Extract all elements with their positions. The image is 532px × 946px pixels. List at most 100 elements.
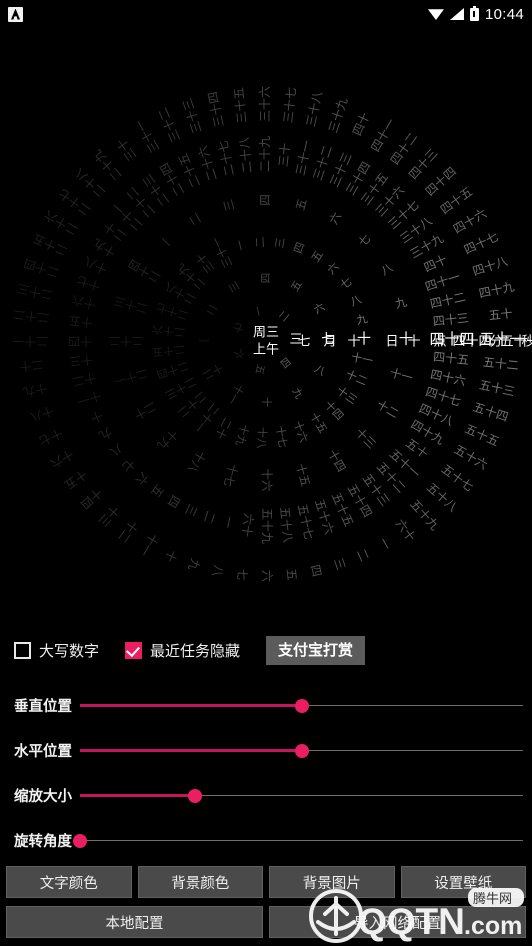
day-ring-item: 二十 [213, 416, 235, 442]
month-ring-item: 五 [289, 279, 305, 294]
set-wallpaper-button[interactable]: 设置壁纸 [400, 866, 526, 898]
second-ring-item: 五十三 [478, 378, 516, 399]
second-ring-item: 十八 [28, 403, 55, 424]
second-ring-item: 十三 [95, 502, 121, 529]
second-ring-item: 十二 [115, 518, 140, 546]
slider-vertical-position[interactable] [80, 696, 523, 716]
second-ring-item: 九 [185, 557, 202, 573]
wifi-icon [427, 9, 444, 20]
checkbox-hide-recent-tasks[interactable]: 最近任务隐藏 [125, 640, 240, 661]
clock-weekday-value: 周三 [253, 324, 279, 339]
checkbox-uppercase-digits[interactable]: 大写数字 [14, 640, 99, 661]
second-ring-item: 二十二 [13, 307, 50, 325]
day-ring-item: 二十五 [151, 342, 185, 359]
month-ring-item: 八 [312, 363, 328, 379]
status-bar: 10:44 [0, 0, 532, 28]
clock-minute-value: 四十四 [452, 333, 491, 348]
minute-ring-item: 四十五 [432, 350, 469, 368]
slider-row-rotation-angle: 旋转角度 [0, 818, 532, 863]
slider-horizontal-position[interactable] [80, 741, 523, 761]
checkbox-uppercase-digits-box[interactable] [14, 641, 31, 659]
second-ring-item: 四十六 [451, 206, 489, 236]
minute-ring-item: 十七 [75, 273, 102, 294]
minute-ring-item: 十四 [68, 334, 92, 348]
minute-ring-item: 五十九 [260, 508, 274, 544]
minute-ring-item: 七 [119, 456, 137, 474]
second-ring-item: 五十五 [463, 422, 502, 449]
second-ring-item: 四十一 [368, 116, 398, 154]
clock-canvas: 一二三四五六七八九十十一十二十三十四十五十六十七十八十九二十二十一二十二二十三二… [12, 86, 532, 582]
day-ring-item: 十二 [344, 367, 370, 389]
hour-ring-item: 二 [188, 211, 204, 227]
hour-ring-item: 十三 [353, 425, 379, 451]
slider-zoom-size[interactable] [80, 786, 523, 806]
month-ring-item: 九 [289, 386, 305, 402]
clock-ampm-value: 上午 [253, 341, 279, 356]
second-ring-item: 一 [376, 535, 394, 552]
minute-ring-item: 二十七 [216, 139, 237, 177]
hour-ring-item: 十一 [389, 366, 415, 386]
day-ring-item: 五 [310, 249, 326, 265]
slider-thumb[interactable] [73, 833, 87, 848]
day-ring-item: 十六 [291, 419, 312, 444]
clock-hour-value: 十 [407, 333, 420, 348]
second-ring-item: 七 [235, 568, 250, 581]
slider-row-zoom-size: 缩放大小 [0, 773, 532, 818]
second-ring-item: 四十八 [471, 254, 510, 278]
minute-ring-item: 四十二 [429, 290, 467, 311]
background-color-button[interactable]: 背景颜色 [137, 866, 263, 898]
radial-chinese-clock[interactable]: 一二三四五六七八九十十一 十二 十三 十四 十五 十六 十七 十八 十九 二十 二十一 二十二 二十三二… [0, 28, 532, 638]
button-row-appearance: 文字颜色 背景颜色 背景图片 设置壁纸 [0, 866, 532, 898]
slider-row-vertical-position: 垂直位置 [0, 683, 532, 728]
background-image-button[interactable]: 背景图片 [269, 866, 395, 898]
day-ring-item: 十一 [350, 350, 374, 368]
second-ring-item: 五十六 [452, 442, 490, 472]
checkbox-hide-recent-tasks-box[interactable] [125, 641, 143, 659]
minute-ring-item: 十二 [71, 370, 97, 389]
second-ring-item: 二十四 [22, 256, 61, 280]
minute-ring-item: 二 [201, 509, 218, 525]
weekday-ring-item: 六 [232, 346, 246, 361]
hour-ring-item: 二十一 [112, 366, 149, 389]
slider-track [80, 839, 523, 841]
slider-rotation-angle[interactable] [73, 831, 523, 851]
month-ring-item: 六 [312, 301, 327, 317]
alipay-donate-button[interactable]: 支付宝打赏 [266, 635, 366, 665]
weekday-ring-item: 二 [277, 309, 292, 324]
slider-label-horizontal-position: 水平位置 [14, 744, 72, 760]
slider-thumb[interactable] [294, 743, 309, 758]
clock-day-value: 十 [347, 333, 360, 348]
import-network-config-button[interactable]: 导入网络配置 [269, 906, 526, 938]
local-config-button[interactable]: 本地配置 [6, 906, 263, 938]
hour-ring-item: 七 [356, 232, 373, 249]
month-ring-item: 四 [260, 273, 272, 284]
day-ring-item: 九 [355, 312, 368, 327]
month-ring-item: 十一 [224, 382, 246, 407]
hour-ring-item: 十五 [293, 462, 312, 488]
day-ring-item: 三 [274, 237, 288, 250]
hour-ring-item: 十八 [185, 448, 209, 475]
minute-ring-item: 六 [133, 470, 151, 488]
minute-ring-item: 四 [165, 493, 183, 510]
day-ring-item: 十三 [334, 383, 360, 407]
second-ring-item: 三十二 [156, 105, 183, 144]
day-ring-item: 十七 [273, 425, 290, 449]
minute-ring-item: 三 [182, 502, 200, 519]
day-ring-item: 八 [349, 294, 364, 309]
second-ring-item: 十五 [62, 467, 90, 492]
slider-label-zoom-size: 缩放大小 [14, 789, 72, 805]
minute-ring-item: 四十 [422, 252, 450, 275]
slider-thumb[interactable] [294, 698, 309, 713]
minute-ring-item: 十六 [71, 293, 97, 312]
second-ring-item: 三十 [114, 136, 139, 164]
app-root: 10:44 一二三四五六七八九十十一 十二 十三 十四 十五 十六 十七 十八 十九 二十 二十一二… [0, 0, 532, 946]
slider-thumb[interactable] [188, 788, 203, 803]
slider-group: 垂直位置水平位置缩放大小旋转角度 [0, 683, 532, 863]
second-ring-item: 四十九 [478, 279, 516, 300]
text-color-button[interactable]: 文字颜色 [6, 866, 132, 898]
weekday-ring-item: 五 [253, 363, 266, 375]
hour-ring-item: 五 [295, 198, 310, 212]
second-ring-item: 三十六 [258, 86, 272, 122]
day-ring-item: 十五 [307, 410, 331, 436]
hour-ring-item: 二十三 [112, 294, 149, 316]
